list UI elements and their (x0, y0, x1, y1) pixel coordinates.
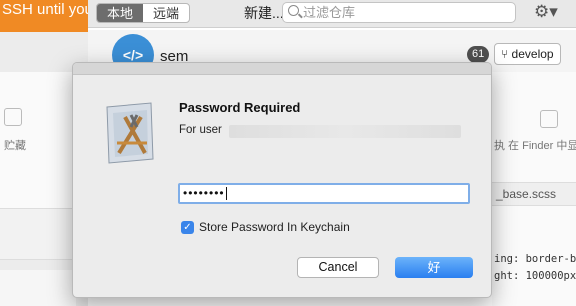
branch-icon: ⑂ (501, 47, 509, 61)
left-lower-area (0, 270, 76, 306)
file-name: _base.scss (496, 187, 557, 201)
dialog-titlebar (73, 63, 491, 75)
stash-label: 贮藏 (4, 140, 26, 152)
password-field[interactable]: •••••••• (178, 183, 470, 204)
dialog-subtitle: For user (179, 124, 222, 136)
toolbar: 本地 远端 新建... 过滤仓库 ⚙▾ (88, 0, 576, 28)
branch-name: develop (511, 47, 554, 61)
store-keychain-label[interactable]: Store Password In Keychain (199, 220, 350, 234)
branch-button[interactable]: ⑂ develop (494, 43, 561, 65)
left-divider-area (0, 208, 76, 260)
finder-icon[interactable] (540, 110, 558, 128)
tab-remote[interactable]: 远端 (143, 4, 189, 22)
new-menu-button[interactable]: 新建... (244, 3, 284, 23)
tab-local[interactable]: 本地 (97, 4, 144, 22)
redacted-username (229, 125, 461, 138)
code-line: ght: 100000px; (494, 270, 576, 282)
stash-icon[interactable] (4, 108, 22, 126)
filter-repositories-search[interactable]: 过滤仓库 (282, 2, 516, 23)
store-keychain-checkbox[interactable]: ✓ (181, 221, 194, 234)
search-icon (288, 5, 299, 16)
gear-icon[interactable]: ⚙▾ (534, 2, 558, 22)
show-in-finder-label: 执 在 Finder 中显 (494, 140, 576, 152)
local-remote-segmented-control: 本地 远端 (96, 3, 191, 23)
dialog-title: Password Required (179, 100, 301, 115)
password-dialog: Password Required For user •••••••• ✓ St… (72, 62, 492, 298)
orange-banner: SSH until you (0, 0, 88, 32)
screen: SSH until you 本地 远端 新建... 过滤仓库 ⚙▾ </> se… (0, 0, 576, 306)
code-line: ing: border-bo (494, 253, 576, 265)
status-badge: 61 (467, 46, 490, 63)
ok-button[interactable]: 好 (395, 257, 473, 278)
cancel-button[interactable]: Cancel (297, 257, 379, 278)
search-placeholder: 过滤仓库 (303, 5, 356, 20)
banner-text: SSH until you (2, 1, 88, 18)
xcode-app-icon (106, 102, 154, 164)
